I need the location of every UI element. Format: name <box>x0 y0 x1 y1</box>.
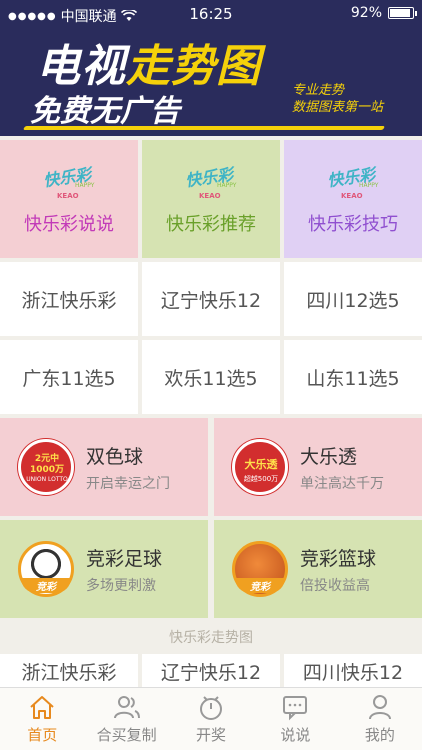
lottery-card-basketball[interactable]: 竞彩 竞彩篮球 倍投收益高 <box>214 520 422 618</box>
kuailecai-logo-icon: 快乐彩 HAPPY KEAO <box>184 164 237 200</box>
users-icon <box>113 696 140 719</box>
brand-card-label: 快乐彩说说 <box>24 214 114 235</box>
section-title: 快乐彩走势图 <box>0 624 422 652</box>
hero-banner[interactable]: 电视走势图 免费无广告 专业走势 数据图表第一站 <box>0 28 422 136</box>
trend-link[interactable]: 辽宁快乐12 <box>142 654 280 687</box>
tab-bar: 首页 合买复制 开奖 说说 我的 <box>0 687 422 750</box>
lottery-card-shuangseqiu[interactable]: 2元中1000万 UNION LOTTO 双色球 开启幸运之门 <box>0 418 208 516</box>
user-icon <box>368 695 391 720</box>
brand-card-tips[interactable]: 快乐彩 HAPPY KEAO 快乐彩技巧 <box>284 140 422 258</box>
tab-draw[interactable]: 开奖 <box>169 688 253 750</box>
battery-icon <box>388 7 417 19</box>
brand-card-label: 快乐彩推荐 <box>166 214 256 235</box>
tab-group-buy[interactable]: 合买复制 <box>84 688 168 750</box>
chat-icon <box>283 696 308 721</box>
lottery-link[interactable]: 广东11选5 <box>0 340 138 414</box>
lottery-link[interactable]: 山东11选5 <box>284 340 422 414</box>
lottery-title: 竞彩足球 <box>86 547 163 570</box>
lottery-subtitle: 多场更刺激 <box>86 577 156 594</box>
lottery-title: 双色球 <box>86 445 144 468</box>
status-bar: ●●●●● 中国联通 16:25 92% <box>0 0 422 28</box>
basketball-icon: 竞彩 <box>232 541 288 597</box>
lottery-card-daletou[interactable]: 大乐透 超越500万 大乐透 单注高达千万 <box>214 418 422 516</box>
lottery-title: 竞彩篮球 <box>300 547 377 570</box>
banner-tagline: 专业走势 数据图表第一站 <box>292 83 384 115</box>
lottery-subtitle: 开启幸运之门 <box>86 475 170 492</box>
lottery-subtitle: 倍投收益高 <box>300 577 370 594</box>
brand-card-recommend[interactable]: 快乐彩 HAPPY KEAO 快乐彩推荐 <box>142 140 280 258</box>
trend-link[interactable]: 四川快乐12 <box>284 654 422 687</box>
brand-card-talk[interactable]: 快乐彩 HAPPY KEAO 快乐彩说说 <box>0 140 138 258</box>
home-icon <box>30 696 54 719</box>
tab-label: 说说 <box>280 726 311 744</box>
trend-link[interactable]: 浙江快乐彩 <box>0 654 138 687</box>
tab-home[interactable]: 首页 <box>0 688 84 750</box>
battery-percent: 92% <box>350 5 382 21</box>
football-icon: 竞彩 <box>18 541 74 597</box>
lottery-link[interactable]: 欢乐11选5 <box>142 340 280 414</box>
lottery-card-football[interactable]: 竞彩 竞彩足球 多场更刺激 <box>0 520 208 618</box>
lottery-link[interactable]: 四川12选5 <box>284 262 422 336</box>
banner-underline <box>22 126 386 130</box>
kuailecai-logo-icon: 快乐彩 HAPPY KEAO <box>326 164 379 200</box>
brand-card-label: 快乐彩技巧 <box>308 214 398 235</box>
lottery-link[interactable]: 浙江快乐彩 <box>0 262 138 336</box>
lottery-title: 大乐透 <box>300 445 358 468</box>
tab-label: 开奖 <box>196 726 227 744</box>
timer-icon <box>200 696 223 720</box>
shuangseqiu-logo-icon: 2元中1000万 UNION LOTTO <box>18 439 74 495</box>
banner-title: 电视走势图 <box>36 41 261 92</box>
tab-mine[interactable]: 我的 <box>338 688 422 750</box>
lottery-link[interactable]: 辽宁快乐12 <box>142 262 280 336</box>
tab-label: 首页 <box>27 726 58 744</box>
kuailecai-logo-icon: 快乐彩 HAPPY KEAO <box>42 164 95 200</box>
tab-label: 我的 <box>364 726 395 744</box>
daletou-logo-icon: 大乐透 超越500万 <box>232 439 288 495</box>
tab-talk[interactable]: 说说 <box>253 688 337 750</box>
tab-label: 合买复制 <box>96 726 157 744</box>
banner-subtitle: 免费无广告 <box>30 94 180 129</box>
lottery-subtitle: 单注高达千万 <box>300 475 384 492</box>
